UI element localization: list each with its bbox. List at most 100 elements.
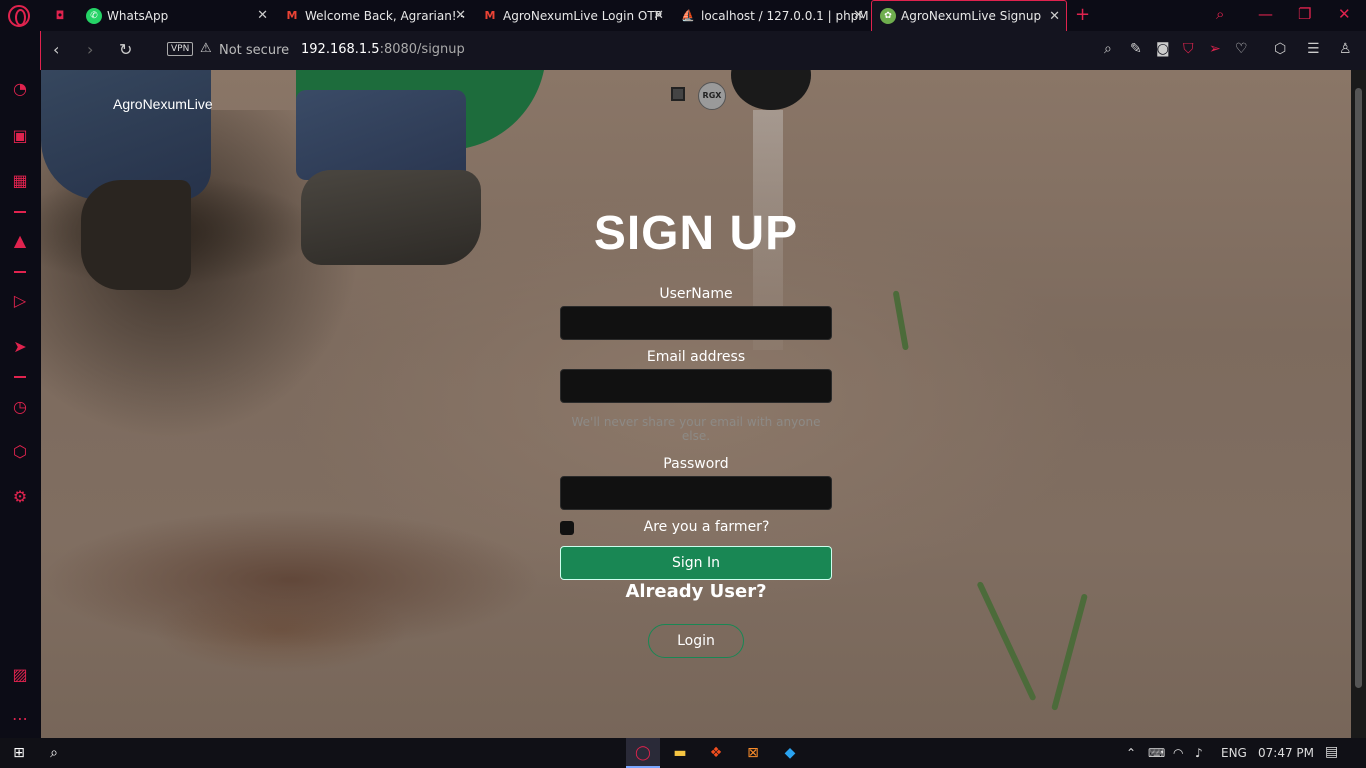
edit-icon[interactable]: ✎ <box>1130 41 1142 57</box>
phpmyadmin-icon: ⛵ <box>681 9 695 22</box>
more-icon[interactable]: ⋯ <box>10 709 30 729</box>
opera-gx-taskbar-icon[interactable]: ◯ <box>633 743 653 763</box>
warning-icon[interactable]: ⚠ <box>200 41 212 56</box>
login-button[interactable]: Login <box>648 624 744 658</box>
close-tab-icon[interactable]: ✕ <box>257 8 268 23</box>
scrollbar-thumb[interactable] <box>1355 88 1362 688</box>
background-plant <box>892 290 909 351</box>
gamepad-icon: ◘ <box>55 9 65 22</box>
file-explorer-icon[interactable]: ▬ <box>670 743 690 763</box>
profile-icon[interactable]: ♙ <box>1339 41 1352 57</box>
whatsapp-icon: ✆ <box>86 7 102 24</box>
username-label: UserName <box>659 286 733 302</box>
tab-gmail-welcome[interactable]: M Welcome Back, Agrarian! - ✕ <box>276 0 472 31</box>
input-method-icon[interactable]: ⌨ <box>1148 746 1165 760</box>
heart-icon[interactable]: ♡ <box>1235 41 1248 57</box>
sidebar: ◔ ▣ ▦ ▲ ▷ ➤ ◷ ⬡ ⚙ ▨ ⋯ <box>0 31 40 738</box>
forward-icon[interactable]: › <box>87 40 93 59</box>
sign-in-button[interactable]: Sign In <box>560 546 832 580</box>
flow-icon[interactable]: ➢ <box>1209 41 1221 57</box>
restore-icon[interactable]: ❐ <box>1298 5 1311 23</box>
scrollbar[interactable] <box>1351 70 1366 738</box>
gx-control-icon[interactable]: ▣ <box>10 126 30 146</box>
minimize-icon[interactable]: — <box>1258 5 1273 23</box>
url-field[interactable]: 192.168.1.5:8080/signup <box>301 42 465 57</box>
sidebar-divider <box>14 376 26 378</box>
search-icon[interactable]: ⌕ <box>44 743 64 763</box>
address-bar: ‹ › ↻ VPN ⚠ Not secure 192.168.1.5:8080/… <box>40 31 1366 70</box>
tab-label: AgroNexumLive Login OTP <box>503 8 662 23</box>
language-indicator[interactable]: ENG <box>1221 746 1247 760</box>
background-watering-can <box>731 70 811 110</box>
close-tab-icon[interactable]: ✕ <box>455 8 466 23</box>
wifi-icon[interactable]: ◠ <box>1173 746 1183 760</box>
reload-icon[interactable]: ↻ <box>119 40 132 59</box>
tab-label: AgroNexumLive Signup <box>901 9 1042 23</box>
tab-label: Welcome Back, Agrarian! - <box>305 8 465 23</box>
rgx-extension-badge[interactable]: RGX <box>698 82 726 110</box>
new-tab-icon[interactable]: + <box>1075 4 1090 25</box>
figma-icon[interactable]: ❖ <box>706 743 726 763</box>
back-icon[interactable]: ‹ <box>53 40 59 59</box>
gmail-icon: M <box>484 9 496 22</box>
email-label: Email address <box>646 349 746 365</box>
background-leg-right <box>296 90 466 180</box>
brand-logo[interactable]: AgroNexumLive <box>113 96 213 112</box>
clock[interactable]: 07:47 PM <box>1258 746 1314 760</box>
xampp-icon[interactable]: ⊠ <box>743 743 763 763</box>
tab-signup[interactable]: ✿ AgroNexumLive Signup ✕ <box>871 0 1067 31</box>
url-host: 192.168.1.5 <box>301 42 380 57</box>
search-tabs-icon[interactable]: ⌕ <box>1216 5 1224 23</box>
tab-phpmyadmin[interactable]: ⛵ localhost / 127.0.0.1 | phpM ✕ <box>672 0 870 31</box>
page-title: SIGN UP <box>593 207 799 260</box>
already-user-heading: Already User? <box>625 581 767 602</box>
tab-gx[interactable]: ◘ <box>44 0 74 31</box>
background-wet-soil <box>41 510 541 650</box>
cleaner-icon[interactable]: ▦ <box>10 171 30 191</box>
history-icon[interactable]: ◷ <box>10 397 30 417</box>
vscode-icon[interactable]: ◆ <box>780 743 800 763</box>
copy-extension-icon[interactable] <box>671 87 685 101</box>
farmer-checkbox-label: Are you a farmer? <box>643 519 770 535</box>
taskbar: ⊞ ⌕ ◯ ▬ ❖ ⊠ ◆ ⌃ ⌨ ◠ ♪ ENG 07:47 PM ▤ <box>0 738 1366 768</box>
page-content: AgroNexumLive RGX SIGN UP UserName Email… <box>41 70 1351 738</box>
background-plant <box>1051 593 1088 711</box>
email-input[interactable] <box>560 369 832 403</box>
volume-icon[interactable]: ♪ <box>1195 746 1203 760</box>
tab-bar: ◘ ✆ WhatsApp ✕ M Welcome Back, Agrarian!… <box>0 0 1366 31</box>
cube-icon[interactable]: ⬡ <box>1274 41 1286 57</box>
opera-menu-icon[interactable] <box>8 5 30 27</box>
farmer-checkbox[interactable] <box>560 521 574 535</box>
vpn-badge[interactable]: VPN <box>167 42 194 56</box>
settings-icon[interactable]: ⚙ <box>10 487 30 507</box>
notifications-icon[interactable]: ▤ <box>1325 744 1338 760</box>
tab-label: localhost / 127.0.0.1 | phpM <box>701 8 869 23</box>
wallpaper-icon[interactable]: ▨ <box>10 665 30 685</box>
adblock-shield-icon[interactable]: ⛉ <box>1183 41 1194 57</box>
password-input[interactable] <box>560 476 832 510</box>
tab-whatsapp[interactable]: ✆ WhatsApp ✕ <box>78 0 274 31</box>
player-icon[interactable]: ▷ <box>10 291 30 311</box>
camera-icon[interactable]: ◙ <box>1156 41 1170 57</box>
gmail-icon: M <box>286 9 298 22</box>
security-status[interactable]: Not secure <box>219 43 289 58</box>
search-page-icon[interactable]: ⌕ <box>1104 41 1112 57</box>
extensions-icon[interactable]: ⬡ <box>10 442 30 462</box>
tab-label: WhatsApp <box>107 8 169 23</box>
close-tab-icon[interactable]: ✕ <box>853 8 864 23</box>
windows-start-icon[interactable]: ⊞ <box>9 743 29 763</box>
close-tab-icon[interactable]: ✕ <box>1049 9 1060 24</box>
easy-setup-icon[interactable]: ☰ <box>1307 41 1320 57</box>
close-tab-icon[interactable]: ✕ <box>653 8 664 23</box>
sidebar-divider <box>14 211 26 213</box>
username-input[interactable] <box>560 306 832 340</box>
send-icon[interactable]: ➤ <box>10 337 30 357</box>
close-window-icon[interactable]: ✕ <box>1338 5 1351 23</box>
speed-dial-icon[interactable]: ◔ <box>10 79 30 99</box>
url-path: :8080/signup <box>379 42 465 57</box>
tab-gmail-otp[interactable]: M AgroNexumLive Login OTP ✕ <box>474 0 670 31</box>
password-label: Password <box>663 456 729 472</box>
tray-chevron-icon[interactable]: ⌃ <box>1126 746 1136 760</box>
aria-icon[interactable]: ▲ <box>10 231 30 251</box>
site-favicon: ✿ <box>880 8 896 24</box>
